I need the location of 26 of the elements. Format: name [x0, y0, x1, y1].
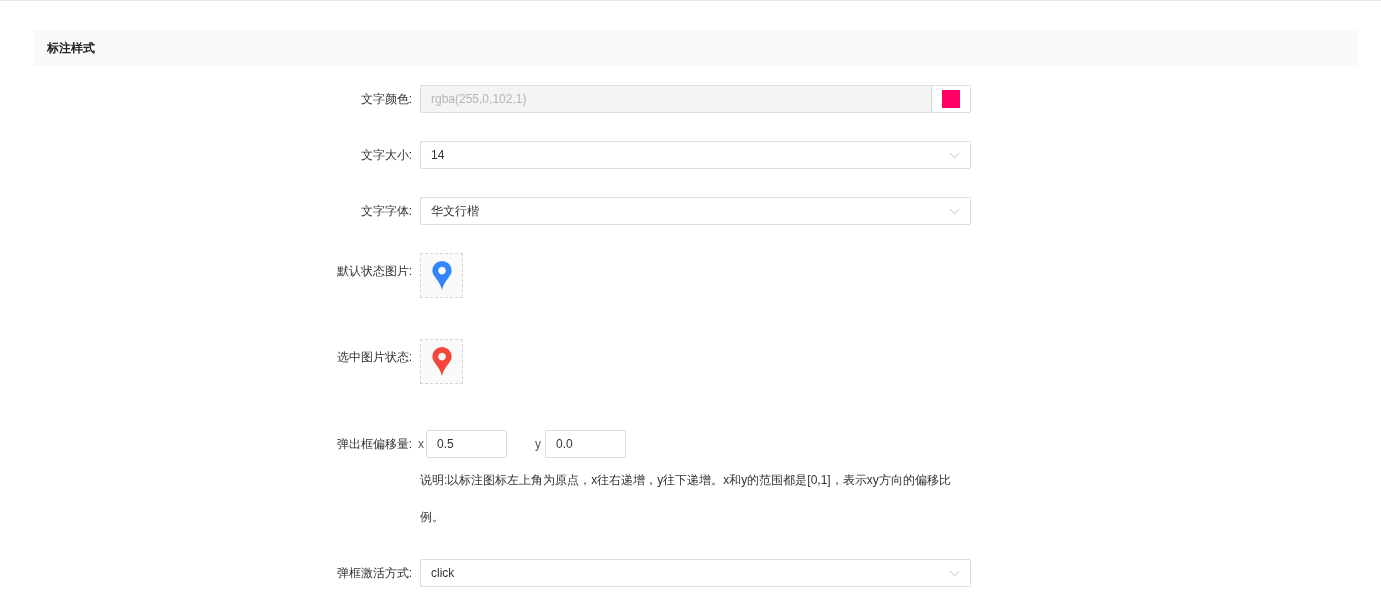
field-label: 文字颜色: [359, 91, 412, 108]
field-label: 选中图片状态: [335, 349, 412, 366]
image-upload-box[interactable] [420, 253, 463, 298]
field-label: 文字大小: [359, 147, 412, 164]
help-text: 说明:以标注图标左上角为原点，x往右递增，y往下递增。x和y的范围都是[0,1]，表示xy方向的偏移比例。 [420, 472, 952, 526]
select-field[interactable]: 华文行楷 [420, 197, 971, 225]
select-value: 14 [431, 147, 445, 164]
select-value: 华文行楷 [431, 203, 479, 220]
chevron-down-icon [949, 151, 960, 159]
select-value: click [431, 565, 455, 582]
field-label: 文字字体: [359, 203, 412, 220]
axis-label: x [418, 437, 424, 451]
color-value-field: rgba(255,0,102,1) [420, 85, 931, 113]
select-field[interactable]: click [420, 559, 971, 587]
color-picker-button[interactable] [931, 85, 971, 113]
image-upload-box[interactable] [420, 339, 463, 384]
offset-y-field[interactable]: 0.0 [545, 430, 626, 458]
field-label: 弹框激活方式: [335, 565, 412, 582]
chevron-down-icon [949, 207, 960, 215]
field-label: 默认状态图片: [335, 263, 412, 280]
field-label: 弹出框偏移量: [335, 436, 412, 453]
chevron-down-icon [949, 569, 960, 577]
select-field[interactable]: 14 [420, 141, 971, 169]
offset-x-field[interactable]: 0.5 [426, 430, 507, 458]
axis-label: y [535, 437, 541, 451]
section-title: 标注样式 [47, 39, 95, 57]
